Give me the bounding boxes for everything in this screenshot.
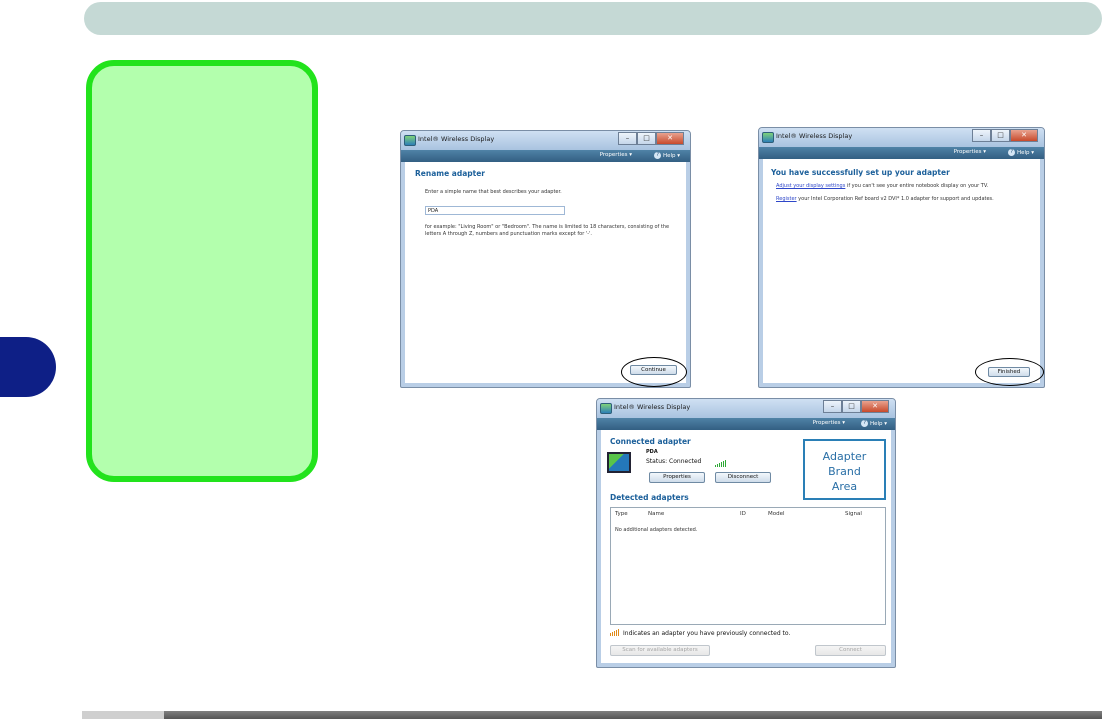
maximize-button[interactable]: □: [637, 132, 656, 145]
window-menubar: Properties ▾ ? Help ▾: [401, 150, 690, 162]
scan-adapters-button[interactable]: Scan for available adapters: [610, 645, 710, 656]
help-icon: ?: [654, 152, 662, 159]
help-menu[interactable]: ? Help ▾: [654, 152, 680, 159]
adapter-brand-area: Adapter Brand Area: [803, 439, 886, 500]
help-icon: ?: [861, 420, 869, 427]
window-titlebar: Intel® Wireless Display – □ ✕: [597, 399, 895, 418]
register-link[interactable]: Register: [776, 196, 797, 202]
empty-list-text: No additional adapters detected.: [615, 527, 698, 533]
window-menubar: Properties ▾ ? Help ▾: [759, 147, 1044, 159]
adapter-name: PDA: [646, 449, 658, 455]
column-signal[interactable]: Signal: [845, 511, 862, 517]
signal-strength-icon: [715, 460, 726, 467]
help-menu[interactable]: ? Help ▾: [861, 420, 887, 427]
window-title: Intel® Wireless Display: [418, 135, 495, 143]
minimize-button[interactable]: –: [618, 132, 637, 145]
connected-adapter-heading: Connected adapter: [610, 437, 691, 446]
properties-menu[interactable]: Properties ▾: [813, 420, 845, 426]
footer-rule: [82, 711, 1102, 719]
column-model[interactable]: Model: [768, 511, 785, 517]
properties-menu[interactable]: Properties ▾: [600, 152, 632, 158]
rename-instruction: Enter a simple name that best describes …: [425, 189, 562, 195]
connected-adapter-window: Intel® Wireless Display – □ ✕ Properties…: [596, 398, 896, 668]
previously-connected-icon: [610, 629, 619, 636]
window-title: Intel® Wireless Display: [614, 403, 691, 411]
adapter-name-input[interactable]: PDA: [425, 206, 565, 215]
rename-heading: Rename adapter: [415, 169, 486, 178]
column-id[interactable]: ID: [740, 511, 746, 517]
success-heading: You have successfully set up your adapte…: [771, 168, 950, 177]
window-content: Rename adapter Enter a simple name that …: [405, 162, 686, 383]
rename-adapter-window: Intel® Wireless Display – □ ✕ Properties…: [400, 130, 691, 388]
detected-adapters-table: Type Name ID Model Signal No additional …: [610, 507, 886, 625]
wireless-display-app-icon: [404, 135, 416, 146]
minimize-button[interactable]: –: [972, 129, 991, 142]
register-line: Register your Intel Corporation Ref boar…: [776, 196, 994, 202]
window-menubar: Properties ▾ ? Help ▾: [597, 418, 895, 430]
note-box: [86, 60, 318, 482]
window-title: Intel® Wireless Display: [776, 132, 853, 140]
close-button[interactable]: ✕: [861, 400, 889, 413]
display-settings-line: Adjust your display settings if you can'…: [776, 183, 989, 189]
column-name[interactable]: Name: [648, 511, 664, 517]
connect-button[interactable]: Connect: [815, 645, 886, 656]
properties-menu[interactable]: Properties ▾: [954, 149, 986, 155]
close-button[interactable]: ✕: [656, 132, 684, 145]
highlight-circle: [975, 358, 1044, 386]
adapter-status: Status: Connected: [646, 458, 702, 465]
close-button[interactable]: ✕: [1010, 129, 1038, 142]
help-menu[interactable]: ? Help ▾: [1008, 149, 1034, 156]
connected-display-icon: [607, 452, 631, 473]
wireless-display-app-icon: [600, 403, 612, 414]
maximize-button[interactable]: □: [991, 129, 1010, 142]
window-titlebar: Intel® Wireless Display – □ ✕: [401, 131, 690, 150]
wireless-display-app-icon: [762, 132, 774, 143]
column-type[interactable]: Type: [615, 511, 628, 517]
setup-complete-window: Intel® Wireless Display – □ ✕ Properties…: [758, 127, 1045, 388]
chapter-tab: [0, 337, 56, 397]
window-content: Connected adapter PDA Status: Connected …: [601, 430, 891, 663]
window-titlebar: Intel® Wireless Display – □ ✕: [759, 128, 1044, 147]
adjust-display-settings-link[interactable]: Adjust your display settings: [776, 183, 845, 189]
detected-adapters-heading: Detected adapters: [610, 493, 689, 502]
maximize-button[interactable]: □: [842, 400, 861, 413]
rename-note: for example: "Living Room" or "Bedroom".…: [425, 224, 670, 237]
window-content: You have successfully set up your adapte…: [763, 159, 1040, 383]
page-header-bar: [84, 2, 1102, 35]
previously-connected-note: Indicates an adapter you have previously…: [623, 630, 791, 637]
highlight-circle: [621, 357, 687, 387]
disconnect-button[interactable]: Disconnect: [715, 472, 771, 483]
help-icon: ?: [1008, 149, 1016, 156]
minimize-button[interactable]: –: [823, 400, 842, 413]
properties-button[interactable]: Properties: [649, 472, 705, 483]
